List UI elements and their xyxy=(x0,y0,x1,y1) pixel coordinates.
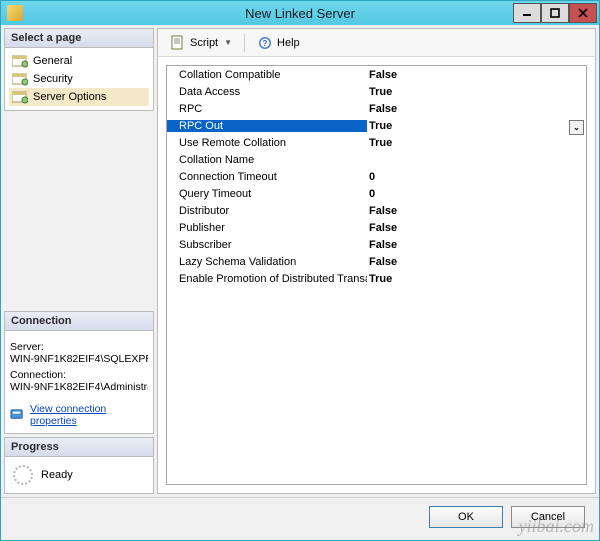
property-row[interactable]: SubscriberFalse xyxy=(167,236,586,253)
property-name: RPC xyxy=(167,103,367,115)
app-icon xyxy=(7,5,23,21)
property-name: Enable Promotion of Distributed Transact… xyxy=(167,273,367,285)
property-value[interactable]: False xyxy=(367,69,586,81)
svg-text:?: ? xyxy=(263,39,268,48)
property-row[interactable]: Enable Promotion of Distributed Transact… xyxy=(167,270,586,287)
property-row[interactable]: PublisherFalse xyxy=(167,219,586,236)
cancel-label: Cancel xyxy=(531,511,565,523)
property-row[interactable]: RPC OutTrue⌄ xyxy=(167,117,586,134)
property-row[interactable]: Collation Name xyxy=(167,151,586,168)
close-button[interactable] xyxy=(569,3,597,23)
sidebar-item-label: Server Options xyxy=(33,91,106,103)
property-row[interactable]: Query Timeout0 xyxy=(167,185,586,202)
help-button[interactable]: ? Help xyxy=(251,32,306,54)
chevron-down-icon: ⌄ xyxy=(573,123,580,132)
sidebar-item-security[interactable]: Security xyxy=(9,70,149,88)
script-label: Script xyxy=(190,37,218,49)
help-icon: ? xyxy=(257,35,273,51)
property-name: Connection Timeout xyxy=(167,171,367,183)
property-row[interactable]: Lazy Schema ValidationFalse xyxy=(167,253,586,270)
property-value[interactable]: 0 xyxy=(367,188,586,200)
server-label: Server: xyxy=(10,341,148,353)
sidebar-item-server-options[interactable]: Server Options xyxy=(9,88,149,106)
window-controls xyxy=(513,2,599,24)
toolbar-separator xyxy=(244,34,245,52)
sidebar-item-general[interactable]: General xyxy=(9,52,149,70)
select-page-panel: Select a page General Security Server Opti… xyxy=(4,28,154,111)
property-name: Collation Compatible xyxy=(167,69,367,81)
connection-value: WIN-9NF1K82EIF4\Administrator xyxy=(10,381,148,393)
page-icon xyxy=(12,90,28,104)
cancel-button[interactable]: Cancel xyxy=(511,506,585,528)
property-name: Distributor xyxy=(167,205,367,217)
sidebar-item-label: General xyxy=(33,55,72,67)
property-value[interactable]: False xyxy=(367,222,586,234)
script-button[interactable]: Script ▼ xyxy=(164,32,238,54)
property-row[interactable]: Data AccessTrue xyxy=(167,83,586,100)
chevron-down-icon: ▼ xyxy=(224,38,232,47)
connection-properties-icon xyxy=(10,407,25,423)
progress-body: Ready xyxy=(5,457,153,493)
sidebar-item-label: Security xyxy=(33,73,73,85)
view-connection-properties-text: View connection properties xyxy=(30,403,148,427)
property-value[interactable]: False xyxy=(367,256,586,268)
property-name: Subscriber xyxy=(167,239,367,251)
property-row[interactable]: RPCFalse xyxy=(167,100,586,117)
progress-header: Progress xyxy=(5,438,153,457)
ok-button[interactable]: OK xyxy=(429,506,503,528)
connection-panel: Connection Server: WIN-9NF1K82EIF4\SQLEX… xyxy=(4,311,154,434)
help-label: Help xyxy=(277,37,300,49)
script-icon xyxy=(170,35,186,51)
view-connection-properties-link[interactable]: View connection properties xyxy=(10,403,148,427)
property-row[interactable]: Connection Timeout0 xyxy=(167,168,586,185)
page-icon xyxy=(12,54,28,68)
property-row[interactable]: Collation CompatibleFalse xyxy=(167,66,586,83)
minimize-button[interactable] xyxy=(513,3,541,23)
progress-spinner-icon xyxy=(13,465,33,485)
property-name: Use Remote Collation xyxy=(167,137,367,149)
dialog-content: Select a page General Security Server Opti… xyxy=(1,25,599,497)
property-grid[interactable]: Collation CompatibleFalseData AccessTrue… xyxy=(166,65,587,485)
property-value[interactable]: True xyxy=(367,137,586,149)
connection-body: Server: WIN-9NF1K82EIF4\SQLEXPRES Connec… xyxy=(5,331,153,433)
property-name: Publisher xyxy=(167,222,367,234)
left-panel: Select a page General Security Server Opti… xyxy=(4,28,154,494)
page-icon xyxy=(12,72,28,86)
property-name: Collation Name xyxy=(167,154,367,166)
progress-panel: Progress Ready xyxy=(4,437,154,494)
right-panel: Script ▼ ? Help Collation CompatibleFals… xyxy=(157,28,596,494)
select-page-header: Select a page xyxy=(5,29,153,48)
ok-label: OK xyxy=(458,511,474,523)
progress-status: Ready xyxy=(41,469,73,481)
titlebar: New Linked Server xyxy=(1,1,599,25)
property-value[interactable]: True xyxy=(367,273,586,285)
window-title: New Linked Server xyxy=(1,6,599,21)
property-row[interactable]: DistributorFalse xyxy=(167,202,586,219)
dropdown-button[interactable]: ⌄ xyxy=(569,120,584,135)
property-value[interactable]: False xyxy=(367,205,586,217)
property-name: RPC Out xyxy=(167,120,367,132)
property-value[interactable]: False xyxy=(367,103,586,115)
property-row[interactable]: Use Remote CollationTrue xyxy=(167,134,586,151)
toolbar: Script ▼ ? Help xyxy=(158,29,595,57)
connection-header: Connection xyxy=(5,312,153,331)
property-value[interactable]: True⌄ xyxy=(367,120,586,132)
property-name: Data Access xyxy=(167,86,367,98)
property-value[interactable]: 0 xyxy=(367,171,586,183)
property-name: Query Timeout xyxy=(167,188,367,200)
server-value: WIN-9NF1K82EIF4\SQLEXPRES xyxy=(10,353,148,365)
dialog-footer: OK Cancel xyxy=(1,497,599,535)
dialog-window: New Linked Server Select a page GeneralS… xyxy=(0,0,600,541)
page-list: General Security Server Options xyxy=(5,48,153,110)
connection-label: Connection: xyxy=(10,369,148,381)
property-value[interactable]: False xyxy=(367,239,586,251)
property-value[interactable]: True xyxy=(367,86,586,98)
property-name: Lazy Schema Validation xyxy=(167,256,367,268)
maximize-button[interactable] xyxy=(541,3,569,23)
